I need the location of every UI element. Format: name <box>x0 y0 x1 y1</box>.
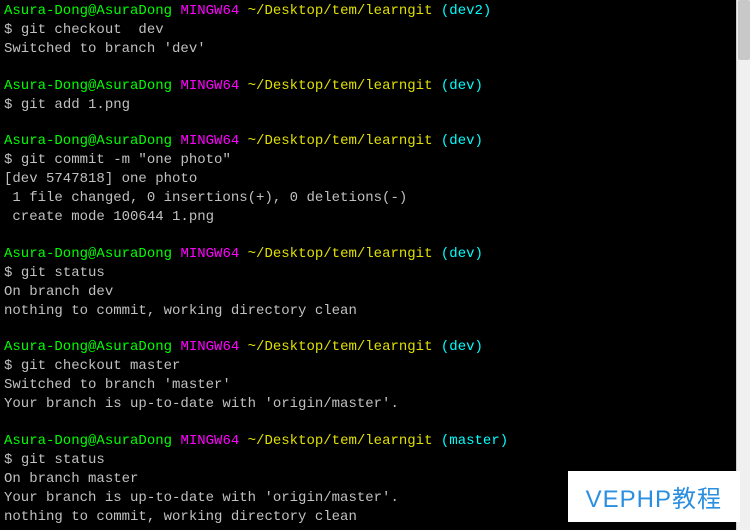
output-line: Your branch is up-to-date with 'origin/m… <box>4 395 736 414</box>
dollar-prompt: $ <box>4 265 12 281</box>
block-gap <box>4 227 736 245</box>
terminal-window[interactable]: Asura-Dong@AsuraDong MINGW64 ~/Desktop/t… <box>0 0 740 530</box>
scrollbar-track[interactable] <box>736 0 750 530</box>
block-gap <box>4 414 736 432</box>
terminal-block: Asura-Dong@AsuraDong MINGW64 ~/Desktop/t… <box>4 2 736 59</box>
prompt-host: MINGW64 <box>180 246 239 262</box>
prompt-user: Asura-Dong@AsuraDong <box>4 246 172 262</box>
prompt-path: ~/Desktop/tem/learngit <box>248 78 433 94</box>
command-text: git add 1.png <box>21 97 130 113</box>
prompt-branch: (dev) <box>441 339 483 355</box>
prompt-branch: (dev) <box>441 78 483 94</box>
command-line: $ git add 1.png <box>4 96 736 115</box>
command-text: git status <box>21 265 105 281</box>
prompt-line: Asura-Dong@AsuraDong MINGW64 ~/Desktop/t… <box>4 132 736 151</box>
block-gap <box>4 526 736 530</box>
output-line: [dev 5747818] one photo <box>4 170 736 189</box>
prompt-line: Asura-Dong@AsuraDong MINGW64 ~/Desktop/t… <box>4 432 736 451</box>
prompt-user: Asura-Dong@AsuraDong <box>4 433 172 449</box>
command-text: git checkout master <box>21 358 181 374</box>
prompt-user: Asura-Dong@AsuraDong <box>4 78 172 94</box>
terminal-block: Asura-Dong@AsuraDong MINGW64 ~/Desktop/t… <box>4 132 736 226</box>
prompt-branch: (master) <box>441 433 508 449</box>
prompt-line: Asura-Dong@AsuraDong MINGW64 ~/Desktop/t… <box>4 245 736 264</box>
prompt-line: Asura-Dong@AsuraDong MINGW64 ~/Desktop/t… <box>4 2 736 21</box>
prompt-branch: (dev) <box>441 246 483 262</box>
dollar-prompt: $ <box>4 22 12 38</box>
terminal-block: Asura-Dong@AsuraDong MINGW64 ~/Desktop/t… <box>4 338 736 414</box>
command-line: $ git status <box>4 451 736 470</box>
prompt-user: Asura-Dong@AsuraDong <box>4 3 172 19</box>
dollar-prompt: $ <box>4 97 12 113</box>
terminal-block: Asura-Dong@AsuraDong MINGW64 ~/Desktop/t… <box>4 245 736 321</box>
prompt-branch: (dev2) <box>441 3 491 19</box>
prompt-line: Asura-Dong@AsuraDong MINGW64 ~/Desktop/t… <box>4 338 736 357</box>
command-line: $ git checkout dev <box>4 21 736 40</box>
output-line: create mode 100644 1.png <box>4 208 736 227</box>
output-line: nothing to commit, working directory cle… <box>4 302 736 321</box>
prompt-host: MINGW64 <box>180 78 239 94</box>
output-line: Switched to branch 'dev' <box>4 40 736 59</box>
prompt-line: Asura-Dong@AsuraDong MINGW64 ~/Desktop/t… <box>4 77 736 96</box>
block-gap <box>4 320 736 338</box>
prompt-host: MINGW64 <box>180 3 239 19</box>
prompt-user: Asura-Dong@AsuraDong <box>4 133 172 149</box>
command-line: $ git commit -m "one photo" <box>4 151 736 170</box>
prompt-host: MINGW64 <box>180 339 239 355</box>
prompt-host: MINGW64 <box>180 433 239 449</box>
dollar-prompt: $ <box>4 358 12 374</box>
prompt-branch: (dev) <box>441 133 483 149</box>
scrollbar-thumb[interactable] <box>738 0 750 60</box>
prompt-path: ~/Desktop/tem/learngit <box>248 3 433 19</box>
prompt-host: MINGW64 <box>180 133 239 149</box>
prompt-path: ~/Desktop/tem/learngit <box>248 433 433 449</box>
command-text: git commit -m "one photo" <box>21 152 231 168</box>
block-gap <box>4 59 736 77</box>
command-line: $ git checkout master <box>4 357 736 376</box>
output-line: 1 file changed, 0 insertions(+), 0 delet… <box>4 189 736 208</box>
terminal-block: Asura-Dong@AsuraDong MINGW64 ~/Desktop/t… <box>4 77 736 115</box>
prompt-path: ~/Desktop/tem/learngit <box>248 339 433 355</box>
prompt-user: Asura-Dong@AsuraDong <box>4 339 172 355</box>
prompt-path: ~/Desktop/tem/learngit <box>248 133 433 149</box>
output-line: Switched to branch 'master' <box>4 376 736 395</box>
prompt-path: ~/Desktop/tem/learngit <box>248 246 433 262</box>
watermark-label: VEPHP教程 <box>568 471 740 522</box>
output-line: On branch dev <box>4 283 736 302</box>
dollar-prompt: $ <box>4 452 12 468</box>
block-gap <box>4 114 736 132</box>
command-text: git checkout dev <box>21 22 164 38</box>
command-line: $ git status <box>4 264 736 283</box>
dollar-prompt: $ <box>4 152 12 168</box>
command-text: git status <box>21 452 105 468</box>
